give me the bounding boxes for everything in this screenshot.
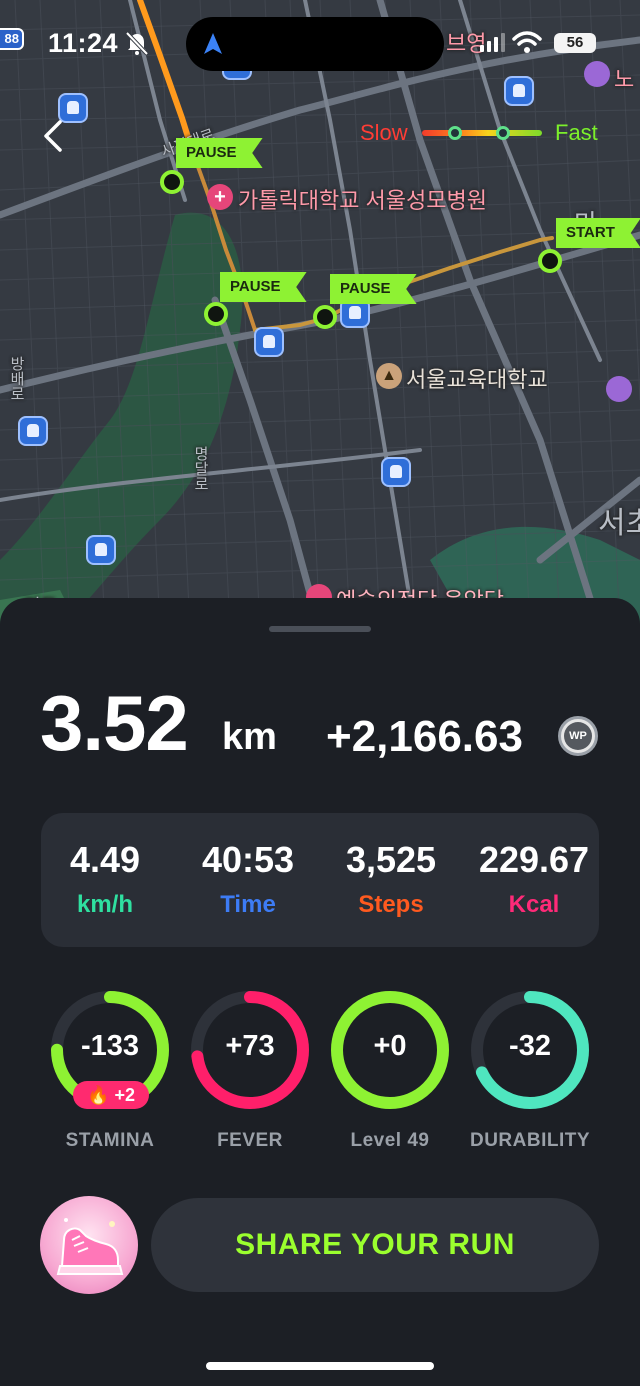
stat-time: 40:53 Time	[185, 839, 311, 919]
start-pin[interactable]	[538, 249, 562, 273]
road-label: 방배로	[8, 356, 25, 401]
stamina-bonus-value: +2	[114, 1085, 135, 1105]
sneaker-avatar[interactable]	[40, 1196, 138, 1294]
stat-value: 4.49	[69, 839, 141, 880]
stamina-label: STAMINA	[65, 1130, 155, 1151]
pause-flag[interactable]: PAUSE	[176, 138, 263, 168]
level-label: Level 49	[350, 1130, 430, 1151]
pause-flag[interactable]: PAUSE	[220, 272, 307, 302]
back-chevron-icon[interactable]	[38, 116, 68, 156]
metro-station-icon[interactable]	[86, 535, 116, 565]
share-run-button[interactable]: SHARE YOUR RUN	[151, 1198, 599, 1292]
district-label[interactable]: 서초	[598, 498, 640, 542]
legend-marker	[496, 126, 510, 140]
legend-marker	[448, 126, 462, 140]
level-value: +0	[373, 1030, 407, 1062]
university-icon[interactable]: ▲	[376, 363, 402, 389]
pause-pin[interactable]	[204, 302, 228, 326]
distance-unit: km	[222, 716, 277, 758]
hotel-icon[interactable]	[606, 376, 632, 402]
stat-steps: 3,525 Steps	[329, 839, 453, 919]
fever-label: FEVER	[217, 1130, 283, 1151]
speed-legend: Slow Fast	[356, 118, 606, 148]
bell-off-icon	[125, 31, 149, 56]
fever-gauge: +73	[188, 988, 312, 1112]
status-time: 11:24	[48, 28, 119, 58]
navigation-arrow-icon	[204, 33, 222, 54]
legend-slow-label: Slow	[360, 120, 408, 145]
signal-icon	[480, 33, 505, 52]
speed-gradient-bar	[422, 130, 542, 136]
stat-label: Kcal	[508, 891, 560, 918]
metro-station-icon[interactable]	[381, 457, 411, 487]
fever-value: +73	[225, 1030, 275, 1062]
durability-gauge: -32	[468, 988, 592, 1112]
stat-label: Time	[220, 891, 276, 918]
pause-pin[interactable]	[313, 305, 337, 329]
run-summary-sheet: 3.52 km +2,166.63 WP 4.49 km/h 40:53 Tim…	[0, 598, 640, 1386]
stat-value: 229.67	[478, 839, 590, 880]
route-map[interactable]: + 가톨릭대학교 서울성모병원 ▲ 서울교육대학교 노 브영 마 서초 예술의전…	[0, 0, 640, 630]
stat-value: 40:53	[201, 839, 295, 880]
sneaker-icon	[56, 1218, 124, 1275]
university-label[interactable]: 서울교육대학교	[406, 362, 548, 394]
stat-speed: 4.49 km/h	[55, 839, 155, 919]
battery-indicator: 56	[554, 33, 596, 53]
stat-kcal: 229.67 Kcal	[461, 839, 607, 919]
stamina-value: -133	[80, 1030, 140, 1062]
durability-value: -32	[509, 1030, 551, 1062]
stat-value: 3,525	[345, 839, 437, 880]
stamina-bonus-badge: 🔥 +2	[73, 1081, 149, 1109]
pause-flag[interactable]: PAUSE	[330, 274, 417, 304]
hospital-label[interactable]: 가톨릭대학교 서울성모병원	[238, 183, 487, 215]
status-bar: 88 11:24 56	[0, 0, 640, 88]
level-gauge: +0	[328, 988, 452, 1112]
drag-handle[interactable]	[269, 626, 371, 632]
start-flag[interactable]: START	[556, 218, 640, 248]
durability-label: DURABILITY	[469, 1130, 591, 1151]
road-label: 명달로	[192, 446, 209, 491]
home-indicator[interactable]	[206, 1362, 434, 1370]
stats-card: 4.49 km/h 40:53 Time 3,525 Steps 229.67 …	[41, 813, 599, 947]
stat-label: km/h	[76, 891, 133, 918]
wp-coin-icon: WP	[558, 716, 598, 756]
earned-points: +2,166.63	[326, 712, 523, 761]
dynamic-island	[186, 17, 444, 71]
metro-station-icon[interactable]	[18, 416, 48, 446]
route-number-badge: 88	[0, 28, 24, 50]
wifi-icon	[512, 31, 542, 53]
stat-label: Steps	[358, 891, 424, 918]
hospital-icon[interactable]: +	[207, 184, 233, 210]
distance-value: 3.52	[40, 679, 189, 767]
legend-fast-label: Fast	[555, 120, 598, 145]
wp-coin-label: WP	[564, 722, 592, 750]
pause-pin[interactable]	[160, 170, 184, 194]
metro-station-icon[interactable]	[254, 327, 284, 357]
